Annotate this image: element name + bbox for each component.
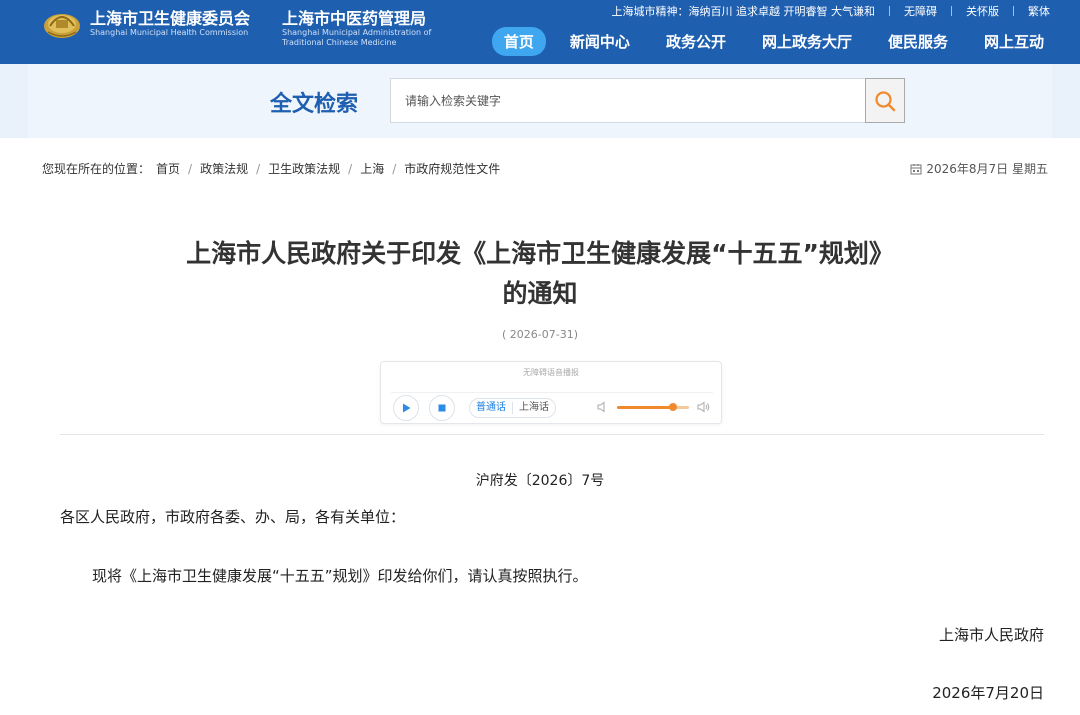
- issuer-signature: 上海市人民政府: [938, 626, 1044, 644]
- article-body: 现将《上海市卫生健康发展“十五五”规划》印发给你们，请认真按照执行。: [92, 567, 588, 585]
- volume-slider[interactable]: [617, 403, 689, 411]
- search-input[interactable]: [391, 79, 865, 122]
- search-band: 全文检索: [0, 64, 1080, 138]
- calendar-icon: [910, 163, 922, 174]
- volume-low-icon[interactable]: [597, 401, 609, 413]
- traditional-chinese-link[interactable]: 繁体: [1028, 3, 1050, 19]
- document-number: 沪府发〔2026〕7号: [475, 473, 605, 489]
- search-title: 全文检索: [270, 92, 359, 117]
- main-nav: 首页 新闻中心 政务公开 网上政务大厅 便民服务 网上互动: [480, 27, 1056, 56]
- emblem-logo-icon[interactable]: [42, 6, 82, 40]
- breadcrumb: 您现在所在的位置： 首页 / 政策法规 / 卫生政策法规 / 上海 / 市政府规…: [42, 160, 500, 177]
- breadcrumb-separator: /: [256, 161, 261, 176]
- breadcrumb-item-policy[interactable]: 政策法规: [200, 160, 248, 177]
- language-toggle: 普通话 上海话: [469, 398, 556, 418]
- org-name-tcm-administration-en: Shanghai Municipal Administration of Tra…: [282, 28, 432, 47]
- breadcrumb-item-home[interactable]: 首页: [156, 160, 180, 177]
- article-title-line-1: 上海市人民政府关于印发《上海市卫生健康发展“十五五”规划》: [186, 239, 894, 268]
- search-icon: [875, 90, 896, 111]
- divider: [1013, 6, 1014, 16]
- breadcrumb-prefix: 您现在所在的位置：: [42, 162, 151, 176]
- lang-option-mandarin[interactable]: 普通话: [470, 399, 512, 417]
- article-title-line-2: 的通知: [502, 279, 578, 308]
- org-name-health-commission[interactable]: 上海市卫生健康委员会: [90, 5, 250, 29]
- divider: [889, 6, 890, 16]
- volume-slider-handle[interactable]: [669, 403, 678, 411]
- content-divider: [60, 434, 1044, 435]
- breadcrumb-separator: /: [392, 161, 397, 176]
- audio-player: 无障碍语音播报 普通话 上海话: [380, 361, 722, 424]
- current-date-text: 2026年8月7日 星期五: [926, 162, 1048, 176]
- nav-item-interaction[interactable]: 网上互动: [972, 27, 1056, 56]
- site-header: 上海市卫生健康委员会 Shanghai Municipal Health Com…: [0, 0, 1080, 64]
- breadcrumb-item-normative-docs[interactable]: 市政府规范性文件: [404, 160, 500, 177]
- recipients: 各区人民政府，市政府各委、办、局，各有关单位：: [60, 508, 406, 526]
- accessibility-link[interactable]: 无障碍: [904, 3, 937, 19]
- top-utility-links: 上海城市精神：海纳百川 追求卓越 开明睿智 大气谦和 无障碍 关怀版 繁体: [612, 3, 1051, 19]
- volume-slider-fill: [617, 406, 674, 409]
- divider: [951, 6, 952, 16]
- search-button[interactable]: [865, 78, 905, 123]
- current-date: 2026年8月7日 星期五: [910, 160, 1048, 177]
- play-button[interactable]: [393, 395, 419, 421]
- volume-high-icon[interactable]: [697, 401, 711, 413]
- care-mode-link[interactable]: 关怀版: [966, 3, 999, 19]
- audio-controls: 普通话 上海话: [391, 392, 713, 421]
- publish-date: ( 2026-07-31): [501, 328, 578, 341]
- breadcrumb-item-shanghai[interactable]: 上海: [360, 160, 384, 177]
- breadcrumb-separator: /: [348, 161, 353, 176]
- issue-date: 2026年7月20日: [932, 684, 1044, 702]
- city-spirit-text: 上海城市精神：海纳百川 追求卓越 开明睿智 大气谦和: [611, 5, 876, 18]
- nav-item-online-services[interactable]: 网上政务大厅: [750, 27, 864, 56]
- search-box[interactable]: [390, 78, 866, 123]
- play-icon: [403, 403, 411, 413]
- org-name-tcm-administration[interactable]: 上海市中医药管理局: [282, 5, 426, 29]
- lang-option-shanghainese[interactable]: 上海话: [513, 399, 555, 417]
- nav-item-home[interactable]: 首页: [491, 27, 546, 56]
- breadcrumb-item-health-policy[interactable]: 卫生政策法规: [268, 160, 340, 177]
- nav-item-news[interactable]: 新闻中心: [558, 27, 642, 56]
- nav-item-gov-affairs[interactable]: 政务公开: [654, 27, 738, 56]
- nav-item-public-services[interactable]: 便民服务: [876, 27, 960, 56]
- org-name-health-commission-en: Shanghai Municipal Health Commission: [90, 28, 249, 37]
- breadcrumb-separator: /: [188, 161, 193, 176]
- article-title: 上海市人民政府关于印发《上海市卫生健康发展“十五五”规划》 的通知: [130, 234, 950, 314]
- audio-player-label: 无障碍语音播报: [523, 368, 579, 377]
- stop-icon: [438, 404, 446, 412]
- stop-button[interactable]: [429, 395, 455, 421]
